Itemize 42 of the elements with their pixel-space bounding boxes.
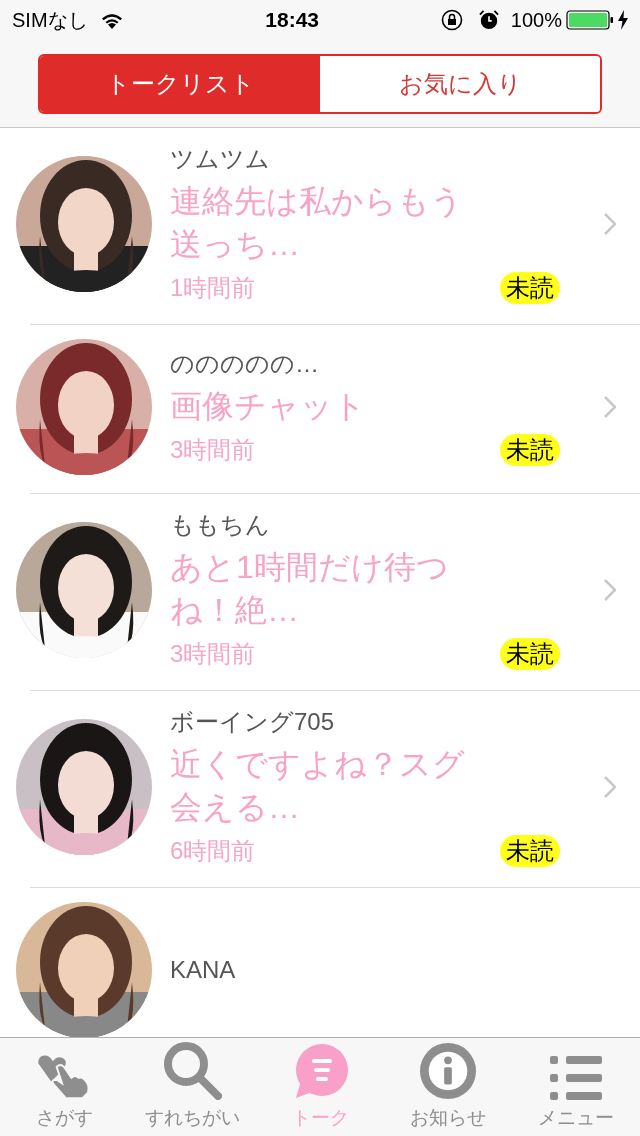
time-ago: 3時間前 [170,639,256,669]
sender-name: ののののの… [170,348,320,379]
unread-badge: 未読 [500,433,560,466]
rotation-lock-icon [440,9,463,31]
list-menu-icon [550,1055,602,1100]
time-ago: 3時間前 [170,434,256,465]
chevron-right-icon [604,776,616,798]
message-preview: 近くですよね？スグ会える… [170,745,466,827]
message-preview: あと1時間だけ待つね！絶… [170,548,450,630]
message-preview: 連絡先は私からもう送っち… [170,182,464,264]
tab-bar-item[interactable]: さがす [0,1038,128,1136]
carrier-label: SIMなし [12,8,88,33]
conversation-row[interactable]: ののののの… 画像チャット 3時間前 未読 [0,325,640,493]
clock-time: 18:43 [264,7,320,34]
segment-tab[interactable]: トークリスト [40,55,320,112]
tab-bar-item[interactable]: すれちがい [128,1038,256,1136]
tab-bar-item[interactable]: お知らせ [384,1038,512,1136]
segment-tab[interactable]: お気に入り [320,55,600,112]
battery-percent: 100% [510,8,562,33]
sender-name: KANA [170,955,237,985]
battery-icon [566,10,614,30]
tab-bar-item[interactable]: メニュー [512,1038,640,1136]
conversation-row[interactable]: ももちん あと1時間だけ待つね！絶… 3時間前 未読 [0,494,640,690]
chevron-right-icon [604,396,616,418]
search-icon [162,1039,222,1100]
sender-name: ももちん [170,510,271,540]
sender-name: ボーイング705 [170,707,336,737]
alarm-clock-icon [478,10,499,30]
sender-name: ツムツム [170,144,271,174]
wifi-icon [99,11,124,29]
charging-bolt-icon [618,10,628,30]
unread-badge: 未読 [500,835,560,867]
chevron-right-icon [604,579,616,601]
conversation-row[interactable]: ツムツム 連絡先は私からもう送っち… 1時間前 未読 [0,128,640,324]
message-preview: 画像チャット [170,386,367,426]
time-ago: 1時間前 [170,273,256,303]
time-ago: 6時間前 [170,836,256,866]
chevron-right-icon [604,213,616,235]
conversation-row[interactable]: ボーイング705 近くですよね？スグ会える… 6時間前 未読 [0,691,640,887]
unread-badge: 未読 [500,272,560,304]
unread-badge: 未読 [500,638,560,670]
info-icon [419,1041,477,1100]
